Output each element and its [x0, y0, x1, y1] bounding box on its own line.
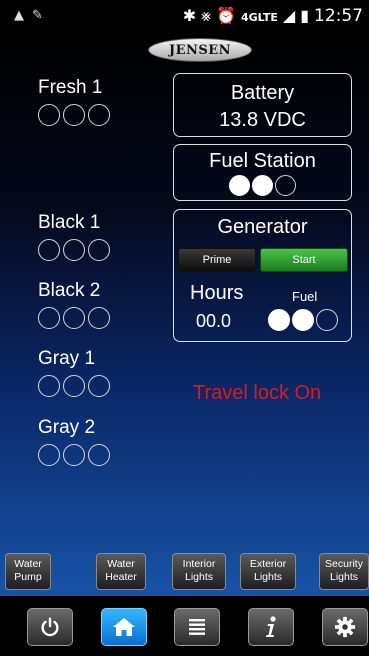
level-dot: [88, 444, 110, 466]
network-type-label: 4GLTE: [240, 11, 278, 24]
bottom-nav: [0, 596, 369, 656]
list-icon: [189, 619, 205, 635]
fuel-station-level-indicator: [174, 175, 351, 196]
level-dot: [63, 375, 85, 397]
jensen-logo: JENSEN: [148, 38, 252, 62]
status-bar-notifications: ▲ ✎: [14, 8, 51, 23]
battery-panel: Battery 13.8 VDC: [173, 73, 352, 137]
toggle-bar: Water Pump Water Heater Interior Lights …: [0, 553, 369, 590]
toggle-label-line2: Lights: [253, 571, 283, 583]
travel-lock-status: Travel lock On: [193, 382, 322, 404]
toggle-label-line2: Heater: [105, 571, 137, 583]
level-dot: [38, 239, 60, 261]
water-pump-button[interactable]: Water Pump: [5, 553, 51, 590]
level-dot: [63, 104, 85, 126]
tank-level-indicator: [38, 239, 138, 261]
tank-gray-2[interactable]: Gray 2: [38, 417, 138, 466]
level-dot: [63, 239, 85, 261]
start-button[interactable]: Start: [260, 248, 348, 272]
tank-label: Gray 2: [38, 417, 96, 438]
level-dot: [252, 175, 273, 196]
app-screen: JENSEN Fresh 1 Black 1 Black 2 Gray 1 Gr…: [0, 36, 369, 596]
interior-lights-button[interactable]: Interior Lights: [172, 553, 226, 590]
power-button[interactable]: [27, 608, 73, 646]
battery-voltage: 13.8 VDC: [219, 109, 306, 131]
toggle-label-line1: Water: [107, 558, 135, 570]
hours-label: Hours: [190, 282, 244, 304]
level-dot: [38, 444, 60, 466]
tank-gray-1[interactable]: Gray 1: [38, 348, 138, 397]
level-dot: [38, 104, 60, 126]
level-dot: [38, 375, 60, 397]
tank-level-indicator: [38, 307, 138, 329]
tank-level-indicator: [38, 375, 138, 397]
status-bar-indicators: ✱ ⨳ ⏰ 4GLTE ◢ ▮ 12:57: [178, 6, 363, 26]
tank-label: Black 1: [38, 212, 101, 233]
alarm-icon: ⏰: [216, 6, 236, 25]
toggle-label-line1: Exterior: [249, 558, 287, 570]
home-icon: [113, 618, 135, 636]
battery-title: Battery: [230, 82, 295, 104]
info-button[interactable]: [248, 608, 294, 646]
hours-value: 00.0: [196, 311, 232, 331]
generator-controls: Prime Start: [178, 248, 348, 272]
level-dot: [316, 309, 338, 331]
generator-title: Generator: [217, 216, 308, 238]
level-dot: [292, 309, 314, 331]
tank-black-2[interactable]: Black 2: [38, 280, 138, 329]
tank-level-indicator: [38, 104, 138, 126]
generator-fuel-label: Fuel: [292, 289, 318, 304]
generator-fuel-level-indicator: [268, 309, 338, 331]
notification-icon: ▲: [14, 8, 24, 23]
sync-icon: ✎: [32, 8, 43, 23]
tank-fresh-1[interactable]: Fresh 1: [38, 77, 138, 126]
level-dot: [229, 175, 250, 196]
prime-button[interactable]: Prime: [178, 248, 256, 272]
level-dot: [63, 444, 85, 466]
signal-icon: ◢: [282, 6, 296, 25]
generator-panel: Generator Prime Start Hours 00.0 Fuel: [173, 209, 352, 342]
level-dot: [88, 307, 110, 329]
home-button[interactable]: [101, 608, 147, 646]
tank-black-1[interactable]: Black 1: [38, 212, 138, 261]
fuel-station-panel[interactable]: Fuel Station: [173, 144, 352, 201]
logo-text: JENSEN: [168, 42, 232, 58]
security-lights-button[interactable]: Security Lights: [319, 553, 369, 590]
info-icon: [266, 616, 276, 637]
level-dot: [275, 175, 296, 196]
gear-icon: [334, 616, 356, 638]
toggle-label-line2: Pump: [14, 571, 42, 583]
settings-button[interactable]: [322, 608, 368, 646]
toggle-label-line1: Water: [14, 558, 42, 570]
tank-level-indicator: [38, 444, 138, 466]
toggle-label-line1: Security: [325, 558, 363, 570]
tank-label: Fresh 1: [38, 77, 103, 98]
exterior-lights-button[interactable]: Exterior Lights: [240, 553, 296, 590]
tank-label: Black 2: [38, 280, 101, 301]
toggle-label-line2: Lights: [329, 571, 359, 583]
level-dot: [88, 375, 110, 397]
clock: 12:57: [314, 6, 363, 26]
tank-label: Gray 1: [38, 348, 96, 369]
power-icon: [41, 617, 59, 637]
status-bar: ▲ ✎ ✱ ⨳ ⏰ 4GLTE ◢ ▮ 12:57: [0, 0, 369, 36]
level-dot: [88, 104, 110, 126]
battery-icon: ▮: [300, 6, 309, 25]
menu-button[interactable]: [174, 608, 220, 646]
toggle-label-line2: Lights: [184, 571, 214, 583]
toggle-label-line1: Interior: [182, 558, 216, 570]
fuel-station-title: Fuel Station: [209, 150, 316, 172]
level-dot: [268, 309, 290, 331]
nfc-icon: ⨳: [201, 6, 212, 25]
bluetooth-icon: ✱: [182, 6, 197, 25]
level-dot: [63, 307, 85, 329]
level-dot: [88, 239, 110, 261]
water-heater-button[interactable]: Water Heater: [96, 553, 146, 590]
level-dot: [38, 307, 60, 329]
